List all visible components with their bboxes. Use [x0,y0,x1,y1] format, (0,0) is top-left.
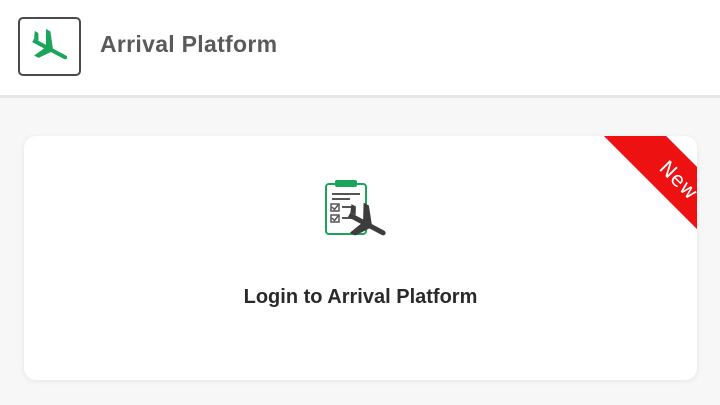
app-title: Arrival Platform [100,31,278,57]
app-logo [18,17,81,76]
app-header: Arrival Platform [0,0,720,98]
airplane-landing-icon [31,28,67,59]
checklist-airplane-icon [325,180,386,236]
login-card[interactable]: New Login to Arrival Platform [24,136,697,380]
ribbon-label: New [654,155,697,205]
new-ribbon: New [584,136,697,268]
ribbon-band: New [585,136,697,268]
login-label: Login to Arrival Platform [243,286,478,308]
